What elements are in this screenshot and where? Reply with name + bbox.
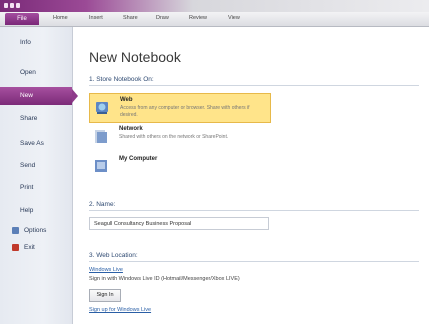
store-option-desc: Access from any computer or browser. Sha…	[120, 105, 250, 118]
section-web-location-label: 3. Web Location:	[89, 252, 138, 259]
tab-insert[interactable]: Insert	[89, 15, 103, 21]
divider	[89, 261, 419, 262]
computer-icon	[95, 160, 107, 172]
globe-icon	[96, 102, 108, 114]
notebook-name-input[interactable]	[89, 217, 269, 230]
quick-access-toolbar[interactable]	[4, 3, 20, 8]
store-option-network[interactable]: Network Shared with others on the networ…	[89, 123, 271, 153]
tab-home[interactable]: Home	[53, 15, 68, 21]
ribbon-tab-bar: File Home Insert Share Draw Review View	[0, 12, 429, 27]
store-option-my-computer[interactable]: My Computer	[89, 153, 271, 183]
network-icon	[95, 130, 107, 143]
nav-options[interactable]: Options	[0, 222, 72, 240]
tab-review[interactable]: Review	[189, 15, 207, 21]
nav-print[interactable]: Print	[0, 179, 72, 197]
nav-options-label: Options	[24, 227, 47, 234]
nav-exit-label: Exit	[24, 244, 35, 251]
store-options-list: Web Access from any computer or browser.…	[89, 93, 271, 183]
section-store-label: 1. Store Notebook On:	[89, 76, 154, 83]
store-option-title: My Computer	[119, 156, 158, 162]
tab-share[interactable]: Share	[123, 15, 138, 21]
store-option-web[interactable]: Web Access from any computer or browser.…	[89, 93, 271, 123]
signup-link[interactable]: Sign up for Windows Live	[89, 307, 151, 313]
undo-icon[interactable]	[16, 3, 20, 8]
page-title: New Notebook	[89, 49, 181, 65]
tab-view[interactable]: View	[228, 15, 240, 21]
divider	[89, 210, 419, 211]
nav-save-as[interactable]: Save As	[0, 135, 72, 153]
save-icon[interactable]	[10, 3, 14, 8]
title-bar	[0, 0, 429, 12]
options-icon	[12, 227, 19, 234]
divider	[89, 85, 419, 86]
nav-share[interactable]: Share	[0, 110, 72, 128]
exit-icon	[12, 244, 19, 251]
nav-exit[interactable]: Exit	[0, 239, 72, 257]
backstage-nav: Info Open New Share Save As Send Print H…	[0, 27, 78, 324]
tab-draw[interactable]: Draw	[156, 15, 169, 21]
section-name-label: 2. Name:	[89, 201, 116, 208]
app-icon[interactable]	[4, 3, 8, 8]
signin-instructions: Sign in with Windows Live ID (Hotmail/Me…	[89, 276, 240, 282]
nav-send[interactable]: Send	[0, 157, 72, 175]
nav-help[interactable]: Help	[0, 202, 72, 220]
store-option-title: Web	[120, 97, 133, 103]
nav-new[interactable]: New	[0, 87, 78, 105]
main-panel: New Notebook 1. Store Notebook On: Web A…	[73, 27, 429, 324]
nav-open[interactable]: Open	[0, 64, 72, 82]
tab-file[interactable]: File	[5, 13, 39, 25]
sign-in-button[interactable]: Sign In	[89, 289, 121, 302]
nav-info[interactable]: Info	[0, 34, 72, 52]
store-option-title: Network	[119, 126, 143, 132]
store-option-desc: Shared with others on the network or Sha…	[119, 134, 229, 140]
windows-live-link[interactable]: Windows Live	[89, 267, 123, 273]
